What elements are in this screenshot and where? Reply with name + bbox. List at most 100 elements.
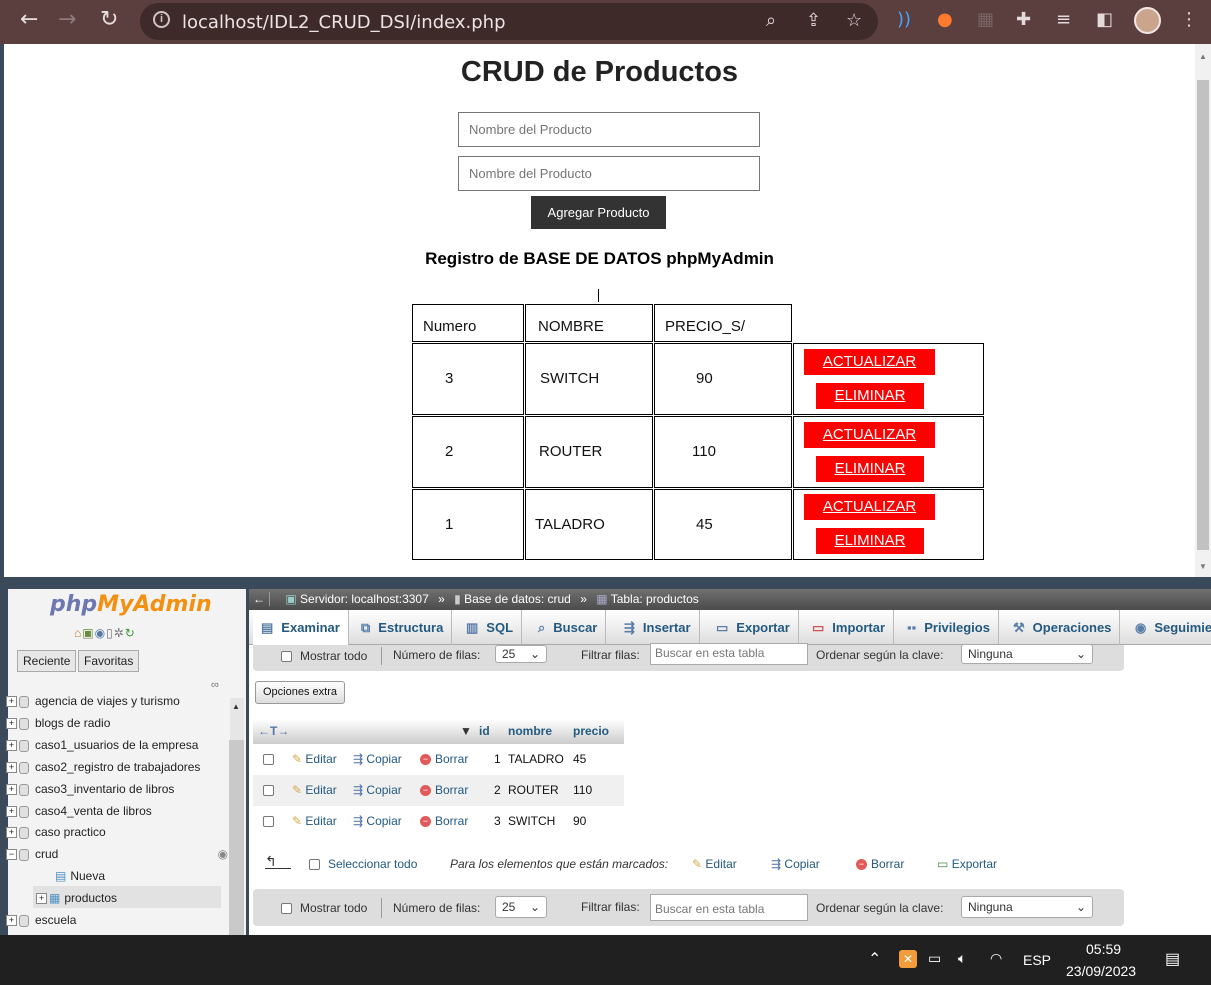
extension-fire-icon[interactable]: ● (937, 9, 953, 30)
order-select[interactable]: Ninguna ⌄ (961, 896, 1093, 918)
filter-input[interactable]: Buscar en esta tabla (650, 643, 808, 665)
bookmark-star-icon[interactable]: ☆ (846, 10, 862, 31)
side-panel-icon[interactable]: ◧ (1096, 9, 1113, 30)
cell-nombre[interactable]: SWITCH (508, 806, 555, 837)
copy-link[interactable]: ⇶ Copiar (353, 806, 402, 837)
db-item[interactable]: + escuela (6, 909, 76, 931)
copy-link[interactable]: ⇶ Copiar (353, 775, 402, 806)
nav-scrollbar-thumb[interactable] (229, 740, 244, 935)
favorites-button[interactable]: Favoritas (78, 650, 140, 672)
row-checkbox[interactable] (263, 806, 282, 837)
breadcrumb-server[interactable]: Servidor: localhost:3307 (300, 592, 429, 606)
product-price-input[interactable] (458, 156, 760, 191)
address-bar[interactable]: i localhost/IDL2_CRUD_DSI/index.php ⌕ ⇪ … (140, 3, 878, 40)
clock-time[interactable]: 05:59 (1086, 941, 1121, 957)
chevron-up-icon[interactable]: ⌃ (868, 949, 881, 969)
tab-importar[interactable]: ▭ Importar (804, 610, 895, 645)
tab-privilegios[interactable]: ▪▪ Privilegios (899, 610, 999, 645)
pma-toolbar-icons[interactable]: ⌂▣◉▯✲↻ (74, 626, 136, 640)
db-item[interactable]: + caso4_venta de libros (6, 800, 152, 822)
delete-button[interactable]: ELIMINAR (816, 383, 924, 409)
bulk-export-link[interactable]: ▭ Exportar (937, 857, 997, 871)
tab-estructura[interactable]: ⧉ Estructura (353, 610, 453, 645)
new-table-item[interactable]: ▤ Nueva (55, 865, 105, 887)
clock-date[interactable]: 23/09/2023 (1066, 963, 1136, 979)
link-icon[interactable]: ∞ (211, 679, 219, 691)
notifications-icon[interactable]: ▤ (1165, 949, 1180, 969)
cell-precio[interactable]: 45 (573, 744, 586, 775)
bulk-copy-link[interactable]: ⇶ Copiar (771, 857, 820, 871)
site-info-icon[interactable]: i (153, 11, 170, 28)
extensions-puzzle-icon[interactable]: ✚ (1016, 9, 1031, 30)
cell-id[interactable]: 1 (494, 744, 501, 775)
delete-link[interactable]: − Borrar (420, 744, 468, 775)
xampp-tray-icon[interactable]: ✕ (899, 950, 917, 968)
db-item-crud[interactable]: − crud ◉ (6, 843, 228, 865)
delete-link[interactable]: − Borrar (420, 806, 468, 837)
delete-button[interactable]: ELIMINAR (816, 528, 924, 554)
bulk-delete-link[interactable]: − Borrar (856, 857, 904, 871)
wifi-icon[interactable]: ◠ (990, 950, 1002, 967)
cell-precio[interactable]: 90 (573, 806, 586, 837)
filter-input[interactable]: Buscar en esta tabla (650, 894, 808, 921)
collapse-arrow-icon[interactable]: ← (249, 592, 270, 606)
row-checkbox[interactable] (263, 775, 282, 806)
menu-kebab-icon[interactable]: ⋮ (1180, 9, 1198, 30)
cell-nombre[interactable]: ROUTER (508, 775, 559, 806)
rows-select[interactable]: 25 ⌄ (495, 645, 547, 663)
edit-link[interactable]: ✎ Editar (292, 744, 337, 775)
update-button[interactable]: ACTUALIZAR (804, 494, 935, 520)
volume-icon[interactable]: 🔈︎ (958, 950, 966, 967)
phpmyadmin-logo[interactable]: phpMyAdmin (50, 592, 212, 617)
cell-nombre[interactable]: TALADRO (508, 744, 564, 775)
tab-operaciones[interactable]: ⚒ Operaciones (1005, 610, 1121, 645)
table-item-productos[interactable]: + ▦ productos (36, 887, 117, 909)
scroll-down-icon[interactable]: ▼ (1199, 562, 1207, 571)
delete-link[interactable]: − Borrar (420, 775, 468, 806)
forward-icon[interactable]: → (58, 7, 76, 32)
tab-seguimiento[interactable]: ◉ Seguimie (1127, 610, 1211, 645)
extension-grid-icon[interactable]: ▦ (977, 9, 994, 30)
row-checkbox[interactable] (263, 744, 282, 775)
product-name-input[interactable] (458, 112, 760, 147)
update-button[interactable]: ACTUALIZAR (804, 422, 935, 448)
col-precio[interactable]: precio (568, 719, 624, 744)
cell-precio[interactable]: 110 (573, 775, 592, 806)
page-scrollbar-thumb[interactable] (1197, 80, 1209, 550)
show-all-checkbox[interactable]: Mostrar todo (281, 649, 367, 663)
column-toggle-header[interactable]: ←T→ ▼ (253, 719, 473, 744)
order-select[interactable]: Ninguna ⌄ (961, 644, 1093, 664)
tab-exportar[interactable]: ▭ Exportar (708, 610, 799, 645)
rows-select[interactable]: 25 ⌄ (495, 896, 547, 918)
edit-link[interactable]: ✎ Editar (292, 806, 337, 837)
reading-list-icon[interactable]: ≡ (1056, 9, 1071, 30)
nav-scroll-up-icon[interactable]: ▲ (232, 702, 240, 711)
add-product-button[interactable]: Agregar Producto (531, 196, 666, 229)
cell-id[interactable]: 2 (494, 775, 501, 806)
extension-wave-icon[interactable]: )) (897, 9, 911, 30)
profile-avatar[interactable] (1134, 7, 1161, 34)
select-all-checkbox[interactable]: Seleccionar todo (309, 857, 417, 871)
db-item[interactable]: + caso2_registro de trabajadores (6, 756, 200, 778)
tab-buscar[interactable]: ⌕ Buscar (530, 610, 607, 645)
db-item[interactable]: + caso1_usuarios de la empresa (6, 734, 198, 756)
tab-sql[interactable]: ▥ SQL (458, 610, 523, 645)
db-item[interactable]: + blogs de radio (6, 712, 110, 734)
recent-button[interactable]: Reciente (17, 650, 77, 672)
battery-icon[interactable]: ▭ (928, 950, 941, 967)
share-icon[interactable]: ⇪ (806, 10, 821, 31)
edit-link[interactable]: ✎ Editar (292, 775, 337, 806)
col-id[interactable]: id (473, 719, 504, 744)
scroll-up-icon[interactable]: ▲ (1199, 52, 1207, 61)
cell-id[interactable]: 3 (494, 806, 501, 837)
db-item[interactable]: + agencia de viajes y turismo (6, 690, 180, 712)
reload-icon[interactable]: ↻ (100, 7, 118, 32)
tab-examinar[interactable]: ▤ Examinar (253, 610, 349, 645)
breadcrumb-table[interactable]: Tabla: productos (611, 592, 699, 606)
db-item[interactable]: + caso practico (6, 821, 106, 843)
show-all-checkbox[interactable]: Mostrar todo (281, 901, 367, 915)
url-text[interactable]: localhost/IDL2_CRUD_DSI/index.php (182, 12, 506, 33)
back-icon[interactable]: ← (20, 7, 38, 32)
delete-button[interactable]: ELIMINAR (816, 456, 924, 482)
breadcrumb-database[interactable]: Base de datos: crud (464, 592, 571, 606)
